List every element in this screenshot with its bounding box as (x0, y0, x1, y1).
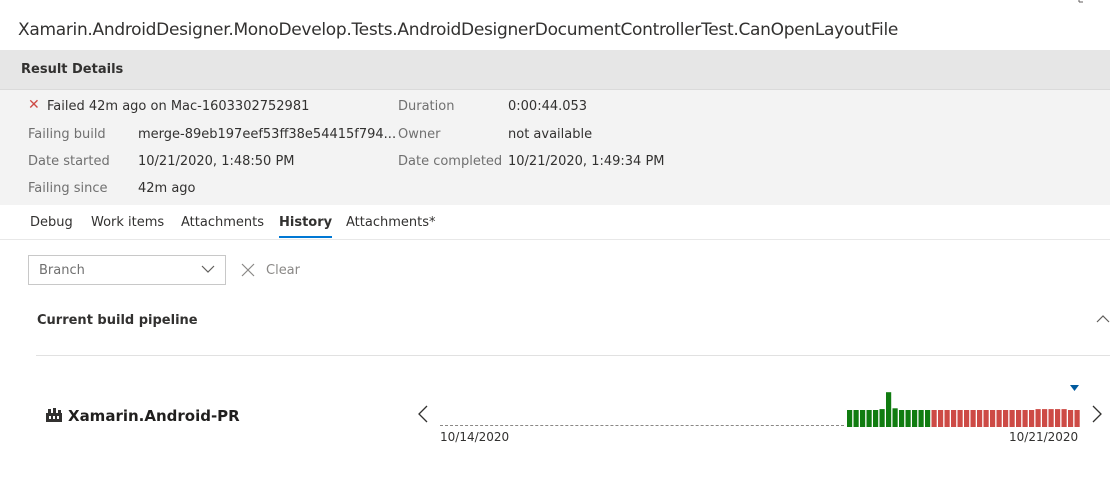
history-bar-passed[interactable] (866, 410, 872, 427)
history-bar-passed[interactable] (860, 410, 866, 427)
history-bar-failed[interactable] (1003, 410, 1009, 427)
history-bar-failed[interactable] (1074, 410, 1080, 427)
history-bar-failed[interactable] (1055, 409, 1061, 427)
history-bar-passed[interactable] (847, 410, 853, 427)
section-title: Current build pipeline (37, 313, 198, 328)
history-bar-passed[interactable] (886, 392, 892, 427)
duration-value: 0:00:44.053 (508, 99, 588, 114)
section-divider (36, 355, 1110, 356)
history-bar-failed[interactable] (970, 410, 976, 427)
history-bar-passed[interactable] (918, 410, 924, 427)
history-bar-passed[interactable] (853, 410, 859, 427)
history-bar-passed[interactable] (912, 410, 918, 427)
history-bar-failed[interactable] (977, 410, 983, 427)
clear-icon[interactable] (240, 262, 256, 278)
chevron-right-icon[interactable] (1091, 404, 1103, 424)
failing-build-label: Failing build (28, 127, 106, 142)
history-bar-failed[interactable] (1048, 409, 1054, 427)
chevron-down-icon (201, 265, 215, 273)
history-bar-failed[interactable] (938, 410, 944, 427)
date-completed-value: 10/21/2020, 1:49:34 PM (508, 154, 665, 169)
history-end-date: 10/21/2020 (1009, 430, 1079, 444)
selected-marker-icon (1070, 385, 1079, 391)
failing-since-label: Failing since (28, 181, 108, 196)
history-bar-passed[interactable] (925, 410, 931, 427)
history-bar-failed[interactable] (1016, 410, 1022, 427)
result-details-header: Result Details (0, 50, 1110, 90)
pipeline-icon (46, 408, 62, 422)
history-bar-passed[interactable] (879, 409, 885, 427)
history-bar-passed[interactable] (873, 410, 879, 427)
chevron-left-icon[interactable] (417, 404, 429, 424)
page-title: Xamarin.AndroidDesigner.MonoDevelop.Test… (18, 20, 899, 40)
history-bar-passed[interactable] (905, 410, 911, 427)
history-start-date: 10/14/2020 (440, 430, 510, 444)
pipeline-name[interactable]: Xamarin.Android-PR (68, 407, 240, 425)
tab-attachments-star[interactable]: Attachments* (346, 215, 435, 230)
status-text: Failed 42m ago on Mac-1603302752981 (47, 99, 310, 114)
history-bar-failed[interactable] (1068, 410, 1074, 427)
duration-label: Duration (398, 99, 455, 114)
history-bar-failed[interactable] (983, 410, 989, 427)
tab-attachments[interactable]: Attachments (181, 215, 264, 230)
history-bar-failed[interactable] (996, 410, 1002, 427)
history-bar-failed[interactable] (1009, 410, 1015, 427)
history-bar-failed[interactable] (944, 410, 950, 427)
date-started-label: Date started (28, 154, 110, 169)
history-bar-failed[interactable] (1029, 410, 1035, 427)
history-bar-passed[interactable] (899, 410, 905, 427)
date-completed-label: Date completed (398, 154, 503, 169)
branch-dropdown[interactable]: Branch (28, 255, 226, 285)
tab-bar: Debug Work items Attachments History Att… (0, 206, 1110, 240)
owner-label: Owner (398, 127, 441, 142)
result-details-label: Result Details (21, 62, 124, 77)
history-bar-failed[interactable] (1022, 410, 1028, 427)
clear-button[interactable]: Clear (266, 263, 300, 278)
history-bar-failed[interactable] (1042, 409, 1048, 427)
failing-since-value: 42m ago (138, 181, 196, 196)
history-bar-failed[interactable] (1061, 409, 1067, 427)
chevron-up-icon[interactable] (1096, 312, 1110, 326)
failing-build-value[interactable]: merge-89eb197eef53ff38e54415f794... (138, 127, 396, 142)
history-bar-failed[interactable] (1035, 409, 1041, 427)
history-bar-failed[interactable] (951, 410, 957, 427)
result-details-panel: ✕ Failed 42m ago on Mac-1603302752981 Fa… (0, 90, 1110, 205)
history-bar-failed[interactable] (990, 410, 996, 427)
corner-arrow-icon (1078, 0, 1083, 3)
tab-history[interactable]: History (279, 215, 333, 238)
failed-x-icon: ✕ (28, 97, 40, 113)
history-bar-failed[interactable] (931, 410, 937, 427)
tab-debug[interactable]: Debug (30, 215, 73, 230)
history-bar-failed[interactable] (964, 410, 970, 427)
date-started-value: 10/21/2020, 1:48:50 PM (138, 154, 295, 169)
history-bar-failed[interactable] (957, 410, 963, 427)
owner-value: not available (508, 127, 593, 142)
branch-placeholder: Branch (39, 263, 85, 278)
history-bar-passed[interactable] (892, 408, 898, 427)
history-bar-chart (847, 392, 1080, 427)
tab-work-items[interactable]: Work items (91, 215, 164, 230)
